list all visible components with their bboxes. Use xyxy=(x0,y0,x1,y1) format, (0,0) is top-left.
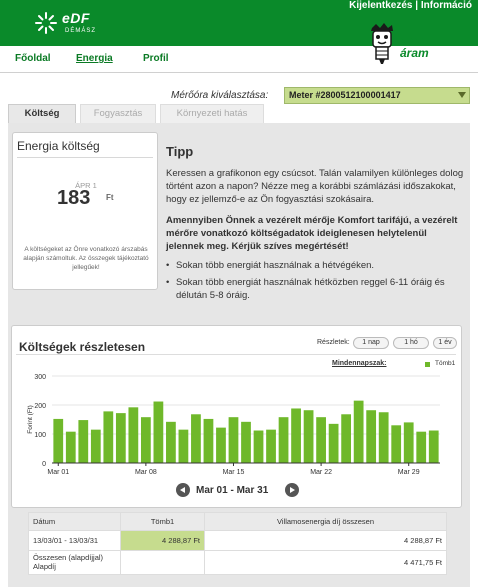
tab-bar: Költség Fogyasztás Környezeti hatás xyxy=(8,104,470,124)
cost-bar-chart: 300 200 100 0 Forint (Ft) Mar 01 Mar 08 Mar 15 M… xyxy=(27,374,440,476)
y-tick-label: 200 xyxy=(34,403,46,410)
x-tick-label: Mar 01 xyxy=(47,469,69,476)
chart-bar xyxy=(103,411,114,463)
y-tick-label: 300 xyxy=(34,374,46,381)
table-header: Villamosenergia díj összesen xyxy=(204,512,447,531)
chart-bar xyxy=(241,421,251,463)
information-link[interactable]: Információ xyxy=(421,0,472,11)
table-cell-total: 4 288,87 Ft xyxy=(204,529,447,551)
table-cell-tomb1: 4 288,87 Ft xyxy=(120,529,205,551)
chart-bar xyxy=(366,410,377,463)
table-cell-total: 4 471,75 Ft xyxy=(204,549,447,576)
cost-unit: Ft xyxy=(106,193,114,202)
tab-cost[interactable]: Költség xyxy=(8,104,76,124)
logo-text: eDF xyxy=(62,10,90,26)
aram-text: áram xyxy=(400,46,429,60)
nav-item-profile[interactable]: Profil xyxy=(143,46,169,72)
chart-bar xyxy=(153,401,164,463)
tip-paragraph: Keressen a grafikonon egy csúcsot. Talán… xyxy=(166,168,464,205)
tip-title: Tipp xyxy=(166,144,194,159)
chart-bar xyxy=(191,414,201,463)
table-header-row: Dátum Tömb1 Villamosenergia díj összesen xyxy=(28,512,447,531)
okos-aram-logo: okos áram xyxy=(366,16,446,71)
tab-environmental-impact[interactable]: Környezeti hatás xyxy=(160,104,264,123)
chart-bar xyxy=(166,421,176,463)
meter-select[interactable]: Meter #2800512100001417 xyxy=(284,87,470,104)
edf-logo[interactable]: eDF DÉMÁSZ xyxy=(34,9,114,39)
y-tick-label: 100 xyxy=(34,432,46,439)
chart-bar xyxy=(53,418,64,463)
tab-consumption[interactable]: Fogyasztás xyxy=(80,104,156,123)
top-links: Kijelentkezés | Információ xyxy=(349,0,472,11)
edf-sun-icon xyxy=(35,12,57,34)
chart-bar xyxy=(303,410,314,463)
mascot-icon xyxy=(371,23,393,64)
tip-bullet: Sokan több energiát használnak a hétvégé… xyxy=(166,259,466,272)
chevron-down-icon xyxy=(458,92,466,98)
nav-item-energy[interactable]: Energia xyxy=(76,46,113,72)
chart-bar xyxy=(203,418,214,463)
chart-bar xyxy=(115,413,126,463)
chart-bar xyxy=(65,431,76,463)
meter-select-label: Mérőóra kiválasztása: xyxy=(171,90,269,101)
nav-item-home[interactable]: Főoldal xyxy=(15,46,51,72)
table-row: 13/03/01 - 13/03/31 4 288,87 Ft 4 288,87… xyxy=(28,529,447,551)
chart-bar xyxy=(378,412,389,463)
tip-notice: Amennyiben Önnek a vezérelt mérője Komfo… xyxy=(166,215,458,252)
chart-bar xyxy=(140,417,151,463)
cost-summary-table: Dátum Tömb1 Villamosenergia díj összesen… xyxy=(28,512,447,576)
table-header: Tömb1 xyxy=(120,512,205,531)
x-tick-label: Mar 08 xyxy=(135,469,157,476)
chart-bar xyxy=(316,417,326,463)
x-tick-label: Mar 15 xyxy=(223,469,245,476)
logout-link[interactable]: Kijelentkezés xyxy=(349,0,412,11)
chart-bar xyxy=(178,429,189,463)
table-cell-date: Összesen (alapdíjjal) Alapdíj xyxy=(28,549,121,576)
tip-bullet: Sokan több energiát használnak hétközben… xyxy=(166,276,466,302)
chart-bar xyxy=(90,429,101,463)
chart-bar xyxy=(266,429,276,463)
energy-cost-title: Energia költség xyxy=(17,139,153,158)
date-range-label: Mar 01 - Mar 31 xyxy=(196,485,269,496)
meter-selected-value: Meter #2800512100001417 xyxy=(289,90,401,100)
chart-bar xyxy=(253,430,264,463)
link-separator: | xyxy=(415,0,419,11)
x-tick-label: Mar 22 xyxy=(310,469,332,476)
chart-bar xyxy=(341,414,352,463)
table-header: Dátum xyxy=(28,512,121,531)
energy-cost-card: Energia költség ÁPR 1 183 Ft A költségek… xyxy=(12,132,158,290)
chart-bar xyxy=(78,420,89,463)
chart-bar xyxy=(403,422,414,463)
chart-bar xyxy=(353,400,364,463)
okos-text: okos xyxy=(400,33,429,47)
table-cell-tomb1 xyxy=(120,549,205,576)
chart-bar xyxy=(328,423,339,463)
y-axis-label: Forint (Ft) xyxy=(27,405,34,434)
chart-bar xyxy=(228,417,239,463)
tip-panel: Tipp Keressen a grafikonon egy csúcsot. … xyxy=(166,144,466,306)
chart-bar xyxy=(428,430,439,463)
chart-bar xyxy=(291,408,301,463)
previous-period-button[interactable] xyxy=(176,483,190,497)
table-cell-date: 13/03/01 - 13/03/31 xyxy=(28,529,121,551)
logo-subtitle: DÉMÁSZ xyxy=(65,28,97,34)
next-period-button[interactable] xyxy=(285,483,299,497)
chart-bar xyxy=(128,407,139,463)
chart-bar xyxy=(278,417,289,463)
cost-details-panel: Költségek részletesen Részletek: 1 nap 1… xyxy=(11,325,462,508)
cost-value: 183 xyxy=(57,187,91,209)
chart-bar xyxy=(391,425,402,463)
cost-note: A költségeket az Önre vonatkozó árszabás… xyxy=(23,246,149,271)
chart-bar xyxy=(216,427,226,463)
chart-bar xyxy=(416,431,427,463)
x-tick-label: Mar 29 xyxy=(398,469,420,476)
y-tick-label: 0 xyxy=(42,461,46,468)
table-row: Összesen (alapdíjjal) Alapdíj 4 471,75 F… xyxy=(28,549,447,576)
